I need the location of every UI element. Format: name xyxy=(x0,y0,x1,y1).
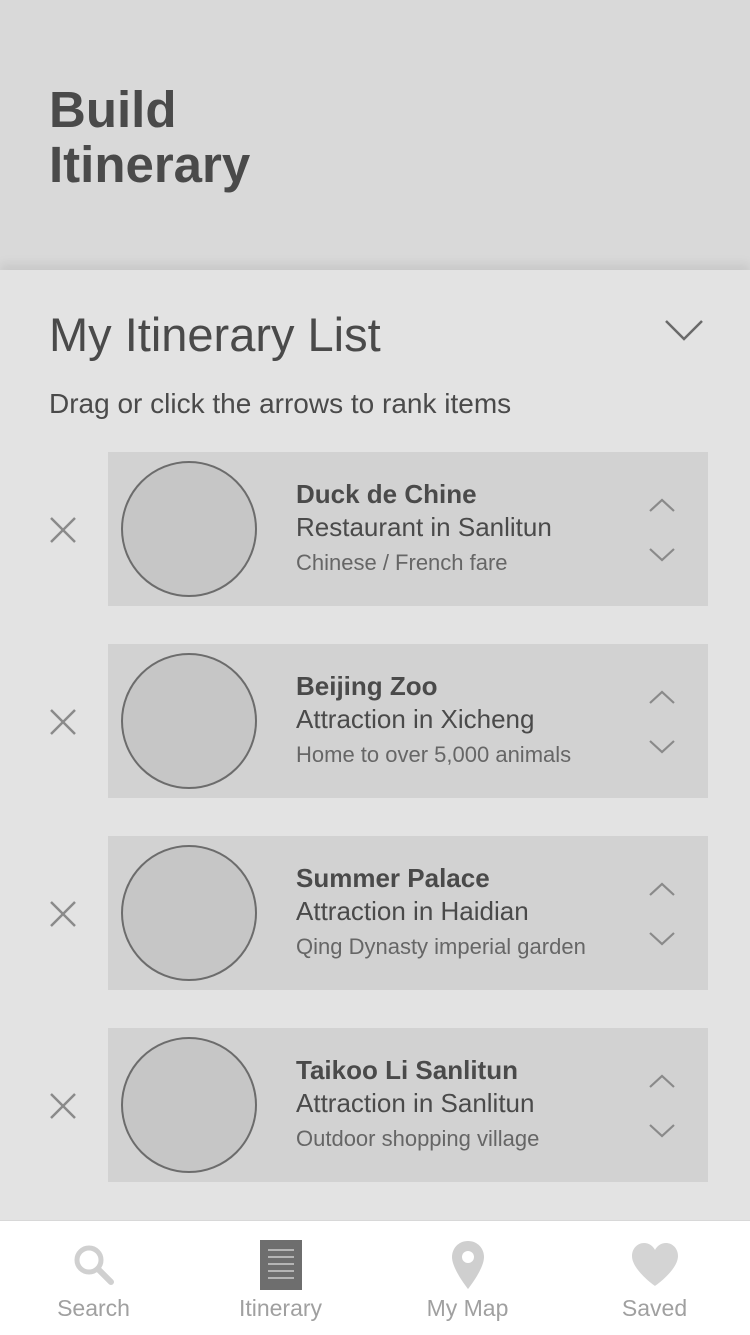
chevron-down-icon xyxy=(649,740,675,754)
remove-item-button[interactable] xyxy=(40,699,86,745)
item-name: Taikoo Li Sanlitun xyxy=(296,1055,518,1085)
item-description: Outdoor shopping village xyxy=(296,1126,540,1151)
item-thumbnail xyxy=(121,653,257,789)
chevron-up-icon xyxy=(649,690,675,704)
itinerary-row: Beijing Zoo Attraction in Xicheng Home t… xyxy=(0,644,750,798)
tab-label: Saved xyxy=(621,1295,688,1321)
itinerary-card[interactable]: Beijing Zoo Attraction in Xicheng Home t… xyxy=(108,644,708,798)
tab-label: Search xyxy=(57,1295,130,1321)
instructions: Drag or click the arrows to rank items xyxy=(49,388,512,419)
move-down-button[interactable] xyxy=(640,922,684,956)
chevron-down-icon xyxy=(649,1124,675,1138)
move-down-button[interactable] xyxy=(640,730,684,764)
heart-icon xyxy=(631,1243,678,1286)
itinerary-card[interactable]: Duck de Chine Restaurant in Sanlitun Chi… xyxy=(108,452,708,606)
item-name: Beijing Zoo xyxy=(296,671,438,701)
item-type: Attraction in Sanlitun xyxy=(296,1088,535,1118)
item-thumbnail xyxy=(121,461,257,597)
itinerary-row: Duck de Chine Restaurant in Sanlitun Chi… xyxy=(0,452,750,606)
item-type: Restaurant in Sanlitun xyxy=(296,512,552,542)
item-type: Attraction in Xicheng xyxy=(296,704,535,734)
move-up-button[interactable] xyxy=(640,872,684,906)
list-title: My Itinerary List xyxy=(49,308,381,361)
tab-saved[interactable]: Saved xyxy=(561,1221,748,1335)
close-icon xyxy=(50,709,76,735)
chevron-down-icon xyxy=(649,548,675,562)
itinerary-card[interactable]: Taikoo Li Sanlitun Attraction in Sanlitu… xyxy=(108,1028,708,1182)
close-icon xyxy=(50,1093,76,1119)
map-pin-icon xyxy=(451,1241,484,1289)
item-description: Chinese / French fare xyxy=(296,550,508,575)
tab-bar: Search Itinerary My Map Saved xyxy=(0,1220,750,1335)
chevron-down-icon xyxy=(649,932,675,946)
move-up-button[interactable] xyxy=(640,1064,684,1098)
collapse-button[interactable] xyxy=(660,312,708,348)
page-title: Build Itinerary xyxy=(49,81,251,193)
close-icon xyxy=(50,517,76,543)
chevron-down-icon xyxy=(665,320,703,341)
remove-item-button[interactable] xyxy=(40,891,86,937)
move-down-button[interactable] xyxy=(640,1114,684,1148)
remove-item-button[interactable] xyxy=(40,507,86,553)
tab-label: Itinerary xyxy=(238,1295,323,1321)
move-down-button[interactable] xyxy=(640,538,684,572)
item-type: Attraction in Haidian xyxy=(296,896,529,926)
search-icon xyxy=(74,1245,114,1285)
remove-item-button[interactable] xyxy=(40,1083,86,1129)
item-thumbnail xyxy=(121,845,257,981)
item-description: Qing Dynasty imperial garden xyxy=(296,934,586,959)
item-thumbnail xyxy=(121,1037,257,1173)
tab-search[interactable]: Search xyxy=(0,1221,187,1335)
itinerary-row: Taikoo Li Sanlitun Attraction in Sanlitu… xyxy=(0,1028,750,1182)
itinerary-card[interactable]: Summer Palace Attraction in Haidian Qing… xyxy=(108,836,708,990)
tab-itinerary[interactable]: Itinerary xyxy=(187,1221,374,1335)
move-up-button[interactable] xyxy=(640,488,684,522)
item-name: Summer Palace xyxy=(296,863,490,893)
move-up-button[interactable] xyxy=(640,680,684,714)
item-name: Duck de Chine xyxy=(296,479,477,509)
close-icon xyxy=(50,901,76,927)
tab-my-map[interactable]: My Map xyxy=(374,1221,561,1335)
list-icon xyxy=(259,1240,302,1290)
itinerary-row: Summer Palace Attraction in Haidian Qing… xyxy=(0,836,750,990)
tab-label: My Map xyxy=(426,1295,509,1321)
chevron-up-icon xyxy=(649,1074,675,1088)
chevron-up-icon xyxy=(649,498,675,512)
item-description: Home to over 5,000 animals xyxy=(296,742,572,767)
header: Build Itinerary xyxy=(0,0,750,270)
chevron-up-icon xyxy=(649,882,675,896)
